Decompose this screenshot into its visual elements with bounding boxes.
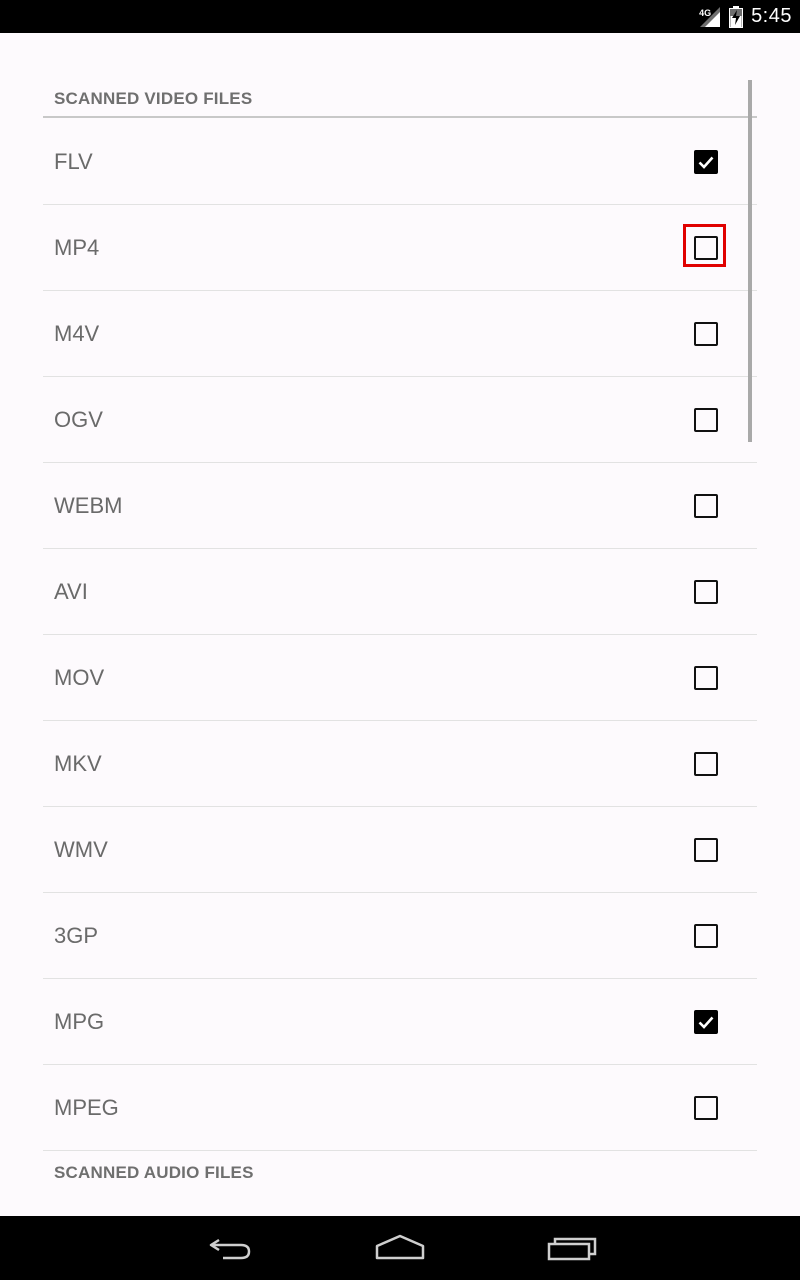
format-label: 3GP bbox=[54, 923, 99, 948]
checkbox-mpg[interactable] bbox=[694, 1010, 718, 1034]
status-bar: 4G 5:45 bbox=[0, 0, 800, 33]
checkbox-ogv[interactable] bbox=[694, 408, 718, 432]
settings-list-screen[interactable]: SCANNED VIDEO FILES FLV MP4 M4V OGV WEBM AVI M… bbox=[0, 33, 800, 1216]
recent-apps-button[interactable] bbox=[543, 1232, 599, 1264]
checkbox-m4v[interactable] bbox=[694, 322, 718, 346]
video-format-list: FLV MP4 M4V OGV WEBM AVI MOV MKV WMV 3GP MPG MPEG bbox=[43, 119, 757, 1151]
format-label: AVI bbox=[54, 579, 88, 604]
battery-icon bbox=[729, 5, 744, 28]
status-time: 5:45 bbox=[751, 5, 792, 27]
home-icon bbox=[375, 1234, 425, 1260]
format-row-mkv[interactable]: MKV bbox=[43, 721, 757, 807]
checkbox-avi[interactable] bbox=[694, 580, 718, 604]
back-button[interactable] bbox=[203, 1232, 259, 1264]
format-label: M4V bbox=[54, 321, 100, 346]
format-label: MOV bbox=[54, 665, 105, 690]
format-row-avi[interactable]: AVI bbox=[43, 549, 757, 635]
section-header-video: SCANNED VIDEO FILES bbox=[54, 89, 253, 108]
format-row-mpg[interactable]: MPG bbox=[43, 979, 757, 1065]
navigation-bar bbox=[0, 1216, 800, 1280]
format-row-mpeg[interactable]: MPEG bbox=[43, 1065, 757, 1151]
format-row-flv[interactable]: FLV bbox=[43, 119, 757, 205]
checkbox-mov[interactable] bbox=[694, 666, 718, 690]
section-divider bbox=[43, 116, 757, 118]
format-label: FLV bbox=[54, 149, 93, 174]
recent-apps-icon bbox=[547, 1237, 597, 1261]
format-row-webm[interactable]: WEBM bbox=[43, 463, 757, 549]
checkbox-mpeg[interactable] bbox=[694, 1096, 718, 1120]
checkbox-3gp[interactable] bbox=[694, 924, 718, 948]
scrollbar[interactable] bbox=[748, 80, 752, 442]
checkbox-flv[interactable] bbox=[694, 150, 718, 174]
format-label: MP4 bbox=[54, 235, 100, 260]
checkbox-webm[interactable] bbox=[694, 494, 718, 518]
status-icons: 4G 5:45 bbox=[699, 0, 792, 33]
network-type-label: 4G bbox=[699, 7, 712, 18]
format-label: OGV bbox=[54, 407, 103, 432]
format-row-m4v[interactable]: M4V bbox=[43, 291, 757, 377]
format-label: MKV bbox=[54, 751, 102, 776]
home-button[interactable] bbox=[372, 1232, 428, 1264]
format-row-mp4[interactable]: MP4 bbox=[43, 205, 757, 291]
format-row-ogv[interactable]: OGV bbox=[43, 377, 757, 463]
format-row-3gp[interactable]: 3GP bbox=[43, 893, 757, 979]
format-label: MPG bbox=[54, 1009, 105, 1034]
checkbox-wmv[interactable] bbox=[694, 838, 718, 862]
signal-icon: 4G bbox=[699, 6, 721, 28]
section-header-audio: SCANNED AUDIO FILES bbox=[54, 1163, 254, 1182]
highlight-box bbox=[683, 224, 726, 267]
checkmark-icon bbox=[698, 1016, 714, 1029]
back-icon bbox=[209, 1238, 251, 1260]
format-label: MPEG bbox=[54, 1095, 119, 1120]
format-row-mov[interactable]: MOV bbox=[43, 635, 757, 721]
checkbox-mkv[interactable] bbox=[694, 752, 718, 776]
format-label: WMV bbox=[54, 837, 108, 862]
format-row-wmv[interactable]: WMV bbox=[43, 807, 757, 893]
format-label: WEBM bbox=[54, 493, 123, 518]
checkmark-icon bbox=[698, 156, 714, 169]
